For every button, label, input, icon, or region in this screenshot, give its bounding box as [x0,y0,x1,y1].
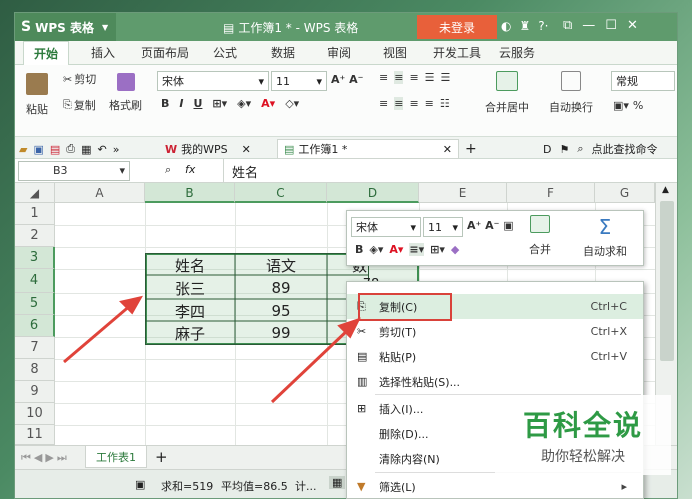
watermark-subtitle: 助你轻松解决 [541,449,625,465]
watermark-title: 百科全说 [522,409,643,442]
watermark: 百科全说 助你轻松解决 [495,395,671,475]
